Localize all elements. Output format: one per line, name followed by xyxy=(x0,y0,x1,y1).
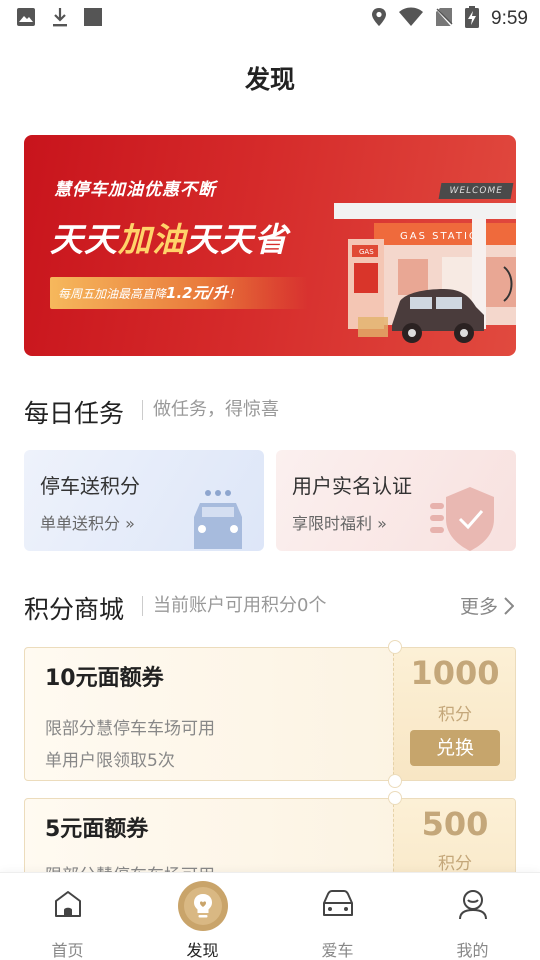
bottom-tab-bar: 首页 发现 爱车 我的 xyxy=(0,872,540,960)
task-title: 用户实名认证 xyxy=(292,474,412,498)
more-link[interactable]: 更多 xyxy=(460,592,514,619)
pump-sign-text: GAS xyxy=(359,248,374,256)
banner-title: 天天加油天天省 xyxy=(50,220,288,259)
banner-subtitle: 慧停车加油优惠不断 xyxy=(54,180,216,200)
points-mall-title: 积分商城 xyxy=(24,595,125,624)
gas-station-illustration: GAS STATIO GAS xyxy=(334,203,516,343)
coupon-points: 1000 xyxy=(410,654,500,692)
coupon-title: 10元面额券 xyxy=(45,666,164,691)
daily-tasks-subtitle: 做任务，得惊喜 xyxy=(142,400,279,420)
shield-check-icon xyxy=(430,487,494,551)
redeem-button[interactable]: 兑换 xyxy=(410,730,500,766)
banner-promo-pill: 每周五加油最高直降1.2元/升！ xyxy=(50,277,308,309)
daily-tasks-title: 每日任务 xyxy=(24,399,125,428)
coupon-notch xyxy=(388,774,402,788)
coupon-points-unit: 积分 xyxy=(438,705,472,725)
car-outline-icon xyxy=(321,889,355,923)
tab-label: 发现 xyxy=(186,941,219,960)
station-sign-text: GAS STATIO xyxy=(400,231,479,242)
task-sub: 单单送积分 » xyxy=(40,514,135,533)
battery-charging-icon xyxy=(465,6,480,32)
home-icon xyxy=(53,889,83,923)
status-bar: 9:59 xyxy=(0,0,540,36)
coupon-card[interactable]: 10元面额券 限部分慧停车车场可用 单用户限领取5次 1000 积分 兑换 xyxy=(24,647,516,781)
car-icon xyxy=(194,490,242,549)
points-mall-subtitle: 当前账户可用积分0个 xyxy=(142,596,326,616)
wifi-icon xyxy=(399,7,424,31)
page-title: 发现 xyxy=(244,65,295,94)
coupon-notch xyxy=(388,640,402,654)
download-notification-icon xyxy=(50,6,70,32)
tab-my-car[interactable]: 爱车 xyxy=(270,873,405,960)
coupon-notch xyxy=(388,791,402,805)
tab-label: 爱车 xyxy=(321,941,354,960)
task-card-parking-points[interactable]: 停车送积分 单单送积分 » xyxy=(24,450,264,551)
square-notification-icon xyxy=(84,8,102,30)
clock-time: 9:59 xyxy=(491,8,528,29)
coupon-points: 500 xyxy=(421,805,489,843)
location-icon xyxy=(371,7,387,31)
task-title: 停车送积分 xyxy=(40,474,140,498)
discover-bulb-icon xyxy=(177,881,228,935)
tab-discover[interactable]: 发现 xyxy=(135,873,270,960)
tab-profile[interactable]: 我的 xyxy=(405,873,540,960)
task-card-real-name[interactable]: 用户实名认证 享限时福利 » xyxy=(276,450,516,551)
tab-home[interactable]: 首页 xyxy=(0,873,135,960)
coupon-line: 单用户限领取5次 xyxy=(45,751,175,771)
gallery-notification-icon xyxy=(16,7,36,31)
tab-label: 我的 xyxy=(456,941,489,960)
user-icon xyxy=(458,889,488,925)
coupon-line: 限部分慧停车车场可用 xyxy=(45,719,215,739)
no-sim-icon xyxy=(435,7,453,31)
coupon-title: 5元面额券 xyxy=(45,817,149,842)
task-sub: 享限时福利 » xyxy=(292,514,387,533)
chevron-right-icon xyxy=(504,596,514,615)
tab-label: 首页 xyxy=(51,941,84,960)
promo-banner[interactable]: 慧停车加油优惠不断 天天加油天天省 每周五加油最高直降1.2元/升！ WELCO… xyxy=(24,135,516,356)
coupon-points-unit: 积分 xyxy=(438,854,472,874)
